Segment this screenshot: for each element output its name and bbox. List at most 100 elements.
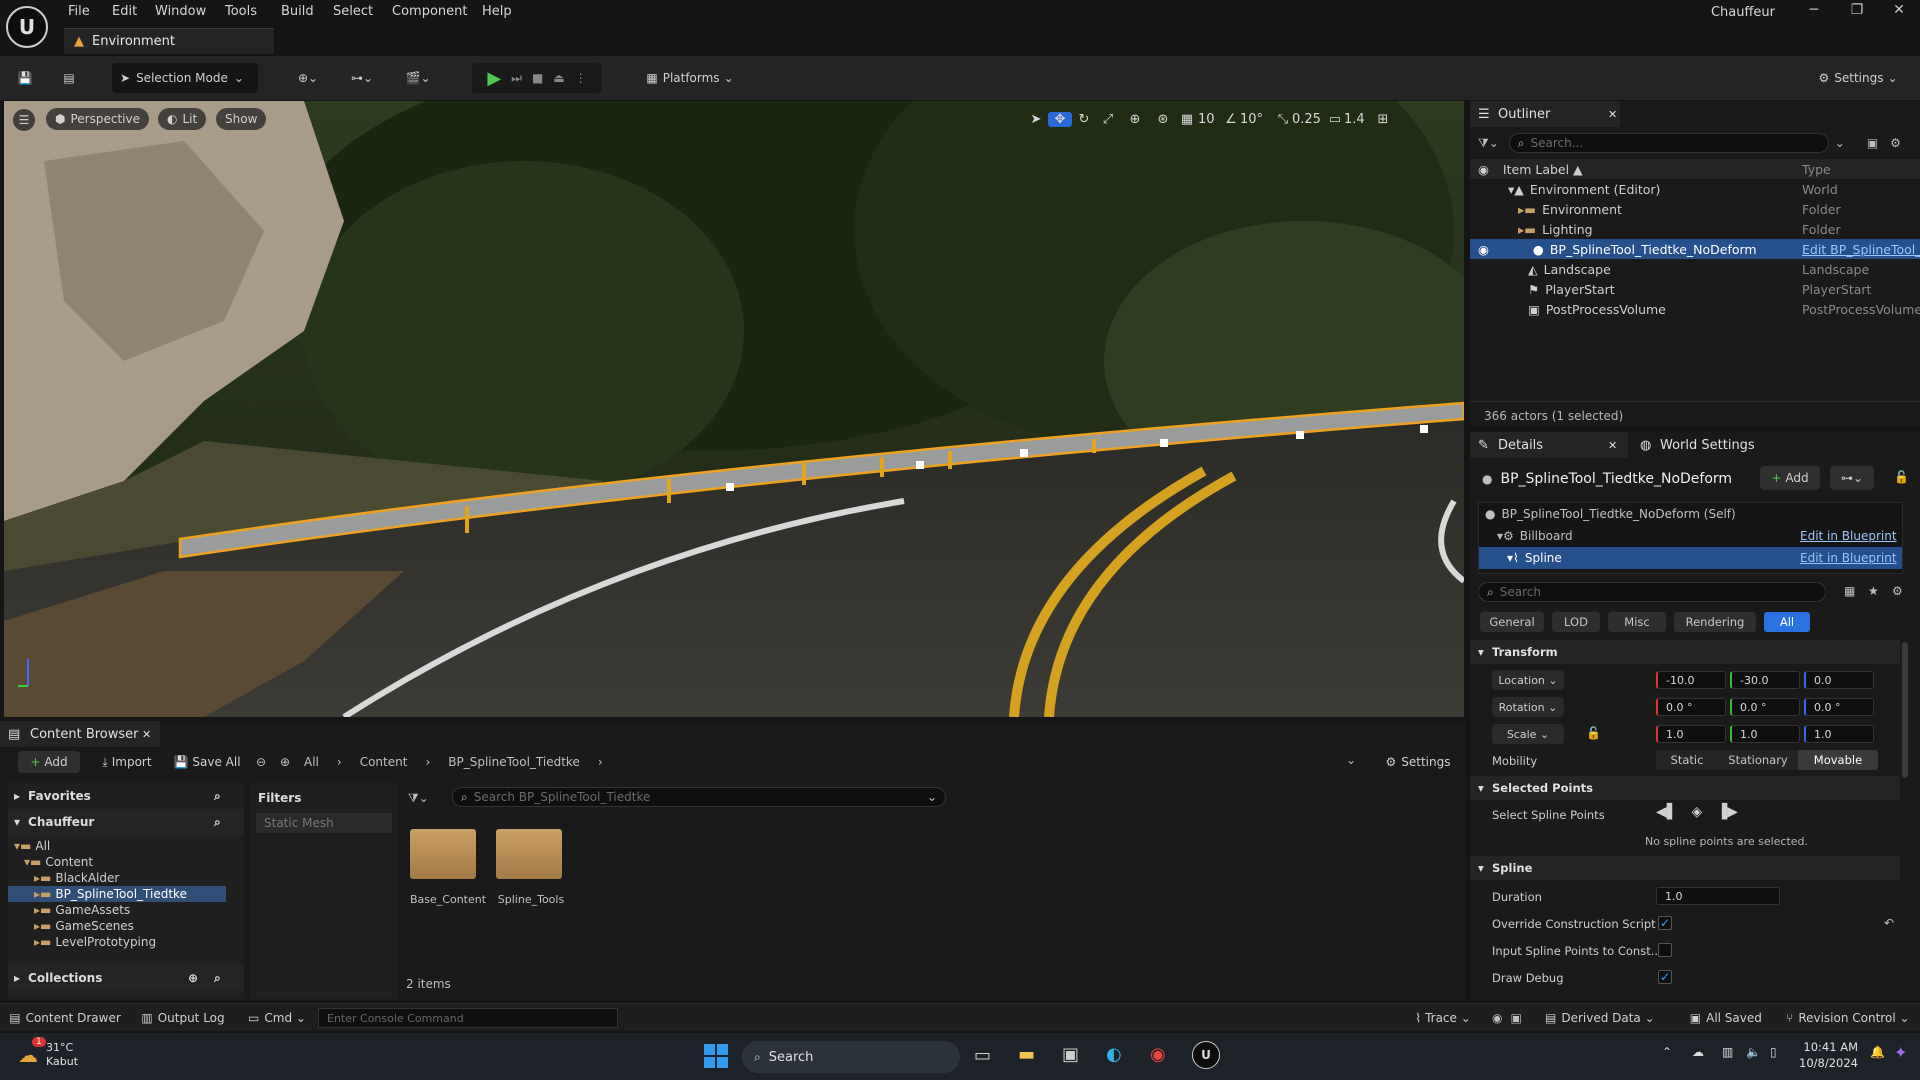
battery-icon[interactable]: ▯ (1770, 1045, 1777, 1059)
task-view-icon[interactable]: ▭ (974, 1045, 991, 1066)
component-row[interactable]: ▾⚙ Billboard Edit in Blueprint (1479, 525, 1902, 547)
filter-icon[interactable]: ⧩⌄ (1478, 136, 1499, 151)
menu-build[interactable]: Build (281, 4, 314, 19)
search-icon[interactable]: ⌕ (214, 789, 221, 804)
visibility-icon[interactable]: ◉ (1478, 242, 1489, 257)
import-button[interactable]: ⤓ Import (96, 751, 158, 773)
spline-section[interactable]: ▾ Spline (1470, 856, 1900, 880)
collections-header[interactable]: ▸ Collections ⊕ ⌕ (8, 965, 244, 991)
onedrive-icon[interactable]: ☁ (1692, 1045, 1704, 1059)
location-z-field[interactable]: 0.0 (1804, 671, 1874, 689)
save-icon[interactable]: 💾 (12, 63, 38, 93)
platforms-button[interactable]: ▦ Platforms ⌄ (640, 63, 740, 93)
mobility-movable[interactable]: Movable (1798, 750, 1878, 770)
lock-icon[interactable]: 🔓 (1586, 726, 1601, 740)
menu-component[interactable]: Component (392, 4, 467, 19)
filter-lod[interactable]: LOD (1552, 612, 1600, 632)
outliner-tab[interactable]: ☰ Outliner ✕ (1470, 101, 1620, 127)
close-tab-icon[interactable]: ✕ (142, 728, 151, 741)
all-saved-button[interactable]: ▣ All Saved (1686, 1003, 1766, 1033)
notifications-icon[interactable]: 🔔 (1870, 1045, 1885, 1059)
trace-dropdown[interactable]: ⌇ Trace ⌄ (1408, 1003, 1478, 1033)
chevron-up-icon[interactable]: ⌃ (1662, 1045, 1672, 1059)
filter-rendering[interactable]: Rendering (1674, 612, 1756, 632)
details-tab[interactable]: ✎ Details ✕ (1470, 432, 1628, 458)
add-folder-icon[interactable]: ▣ (1867, 136, 1878, 150)
perspective-button[interactable]: ⬢ Perspective (46, 108, 149, 130)
world-settings-tab[interactable]: ◍ World Settings (1632, 432, 1772, 458)
draw-debug-checkbox[interactable]: ✓ (1658, 970, 1672, 984)
more-icon[interactable]: ⋮ (575, 71, 587, 85)
level-viewport[interactable]: ☰ ⬢ Perspective ◐ Lit Show ➤ ✥ ↻ ⤢ ⊕ ⊛ ▦ 1… (4, 101, 1464, 717)
outliner-row[interactable]: ⚑ PlayerStart PlayerStart (1470, 279, 1920, 299)
mobility-stationary[interactable]: Stationary (1718, 750, 1798, 770)
tree-item[interactable]: ▾▬ All (8, 838, 244, 854)
scale-z-field[interactable]: 1.0 (1804, 725, 1874, 743)
restore-icon[interactable]: ❐ (1843, 2, 1871, 18)
clock[interactable]: 10:41 AM 10/8/2024 (1790, 1039, 1858, 1071)
add-collection-icon[interactable]: ⊕ (188, 971, 198, 985)
transform-section[interactable]: ▾ Transform (1470, 640, 1900, 664)
menu-edit[interactable]: Edit (112, 4, 137, 19)
close-tab-icon[interactable]: ✕ (1608, 439, 1617, 452)
component-row-selected[interactable]: ▾⌇ Spline Edit in Blueprint (1479, 547, 1902, 569)
content-drawer-button[interactable]: ▤ Content Drawer (8, 1003, 122, 1033)
menu-file[interactable]: File (68, 4, 90, 19)
rotation-snap-icon[interactable]: ∠ (1222, 112, 1240, 127)
blueprint-icon[interactable]: ⊶⌄ (342, 63, 382, 93)
rotate-tool-icon[interactable]: ↻ (1072, 112, 1096, 127)
scale-snap-icon[interactable]: ⤡ (1274, 112, 1292, 127)
weather-widget[interactable]: ☁ 1 31°C Kabut (18, 1037, 78, 1069)
revision-control-button[interactable]: ⑂ Revision Control ⌄ (1780, 1003, 1916, 1033)
breadcrumb-content[interactable]: Content (360, 755, 408, 769)
rotation-y-field[interactable]: 0.0 ° (1730, 698, 1800, 716)
back-icon[interactable]: ⊖ (256, 755, 266, 769)
location-y-field[interactable]: -30.0 (1730, 671, 1800, 689)
component-row[interactable]: ● BP_SplineTool_Tiedtke_NoDeform (Self) (1479, 503, 1902, 525)
chevron-down-icon[interactable]: ⌄ (1346, 753, 1356, 767)
scale-x-field[interactable]: 1.0 (1656, 725, 1726, 743)
camera-icon[interactable]: ▣ (1510, 1011, 1521, 1025)
camera-speed-value[interactable]: 1.4 (1344, 112, 1372, 127)
taskbar-search[interactable]: ⌕ Search (742, 1041, 960, 1073)
all-points-icon[interactable]: ◈ (1692, 804, 1703, 820)
close-icon[interactable]: ✕ (1885, 2, 1913, 18)
asset-search[interactable]: ⌕ Search BP_SplineTool_Tiedtke ⌄ (452, 787, 946, 807)
grid-snap-icon[interactable]: ▦ (1176, 112, 1198, 127)
details-scrollbar[interactable] (1902, 642, 1908, 778)
minimize-icon[interactable]: ─ (1800, 2, 1828, 18)
outliner-row[interactable]: ▸▬ Lighting Folder (1470, 219, 1920, 239)
scale-y-field[interactable]: 1.0 (1730, 725, 1800, 743)
input-spline-points-checkbox[interactable] (1658, 943, 1672, 957)
unreal-logo-icon[interactable]: U (6, 6, 48, 48)
add-actor-icon[interactable]: ⊕⌄ (288, 63, 328, 93)
gear-icon[interactable]: ⚙ (1892, 584, 1903, 598)
outliner-row-selected[interactable]: ◉ ● BP_SplineTool_Tiedtke_NoDeform Edit … (1470, 239, 1920, 259)
grid-snap-value[interactable]: 10 (1198, 112, 1222, 127)
next-point-icon[interactable]: ▐▶ (1716, 804, 1738, 820)
tree-item[interactable]: ▸▬ BlackAlder (8, 870, 244, 886)
breadcrumb-folder[interactable]: BP_SplineTool_Tiedtke (448, 755, 580, 769)
folder-tile[interactable]: Spline_Tools (496, 829, 566, 906)
menu-window[interactable]: Window (155, 4, 206, 19)
selected-points-section[interactable]: ▾ Selected Points (1470, 776, 1900, 800)
gear-icon[interactable]: ⚙ (1890, 136, 1901, 150)
save-all-button[interactable]: 💾 Save All (172, 751, 242, 773)
type-header[interactable]: Type (1802, 162, 1831, 177)
outliner-search[interactable]: ⌕ Search... (1508, 133, 1829, 153)
chrome-icon[interactable]: ◉ (1150, 1044, 1166, 1065)
override-construction-checkbox[interactable]: ✓ (1658, 916, 1672, 930)
play-icon[interactable]: ▶ (487, 68, 501, 89)
file-explorer-icon[interactable]: ▬ (1018, 1044, 1035, 1065)
item-label-header[interactable]: Item Label ▲ (1503, 162, 1583, 177)
rotation-x-field[interactable]: 0.0 ° (1656, 698, 1726, 716)
windows-start-icon[interactable] (704, 1044, 728, 1068)
filter-all[interactable]: All (1764, 612, 1810, 632)
visibility-icon[interactable]: ◉ (1478, 162, 1489, 177)
step-icon[interactable]: ⏭ (511, 71, 522, 86)
level-tab[interactable]: ▲ Environment (64, 28, 274, 54)
edge-icon[interactable]: ◐ (1106, 1044, 1122, 1065)
output-log-button[interactable]: ▥ Output Log (138, 1003, 228, 1033)
tree-item-selected[interactable]: ▸▬ BP_SplineTool_Tiedtke (8, 886, 226, 902)
volume-icon[interactable]: 🔈 (1746, 1045, 1761, 1059)
